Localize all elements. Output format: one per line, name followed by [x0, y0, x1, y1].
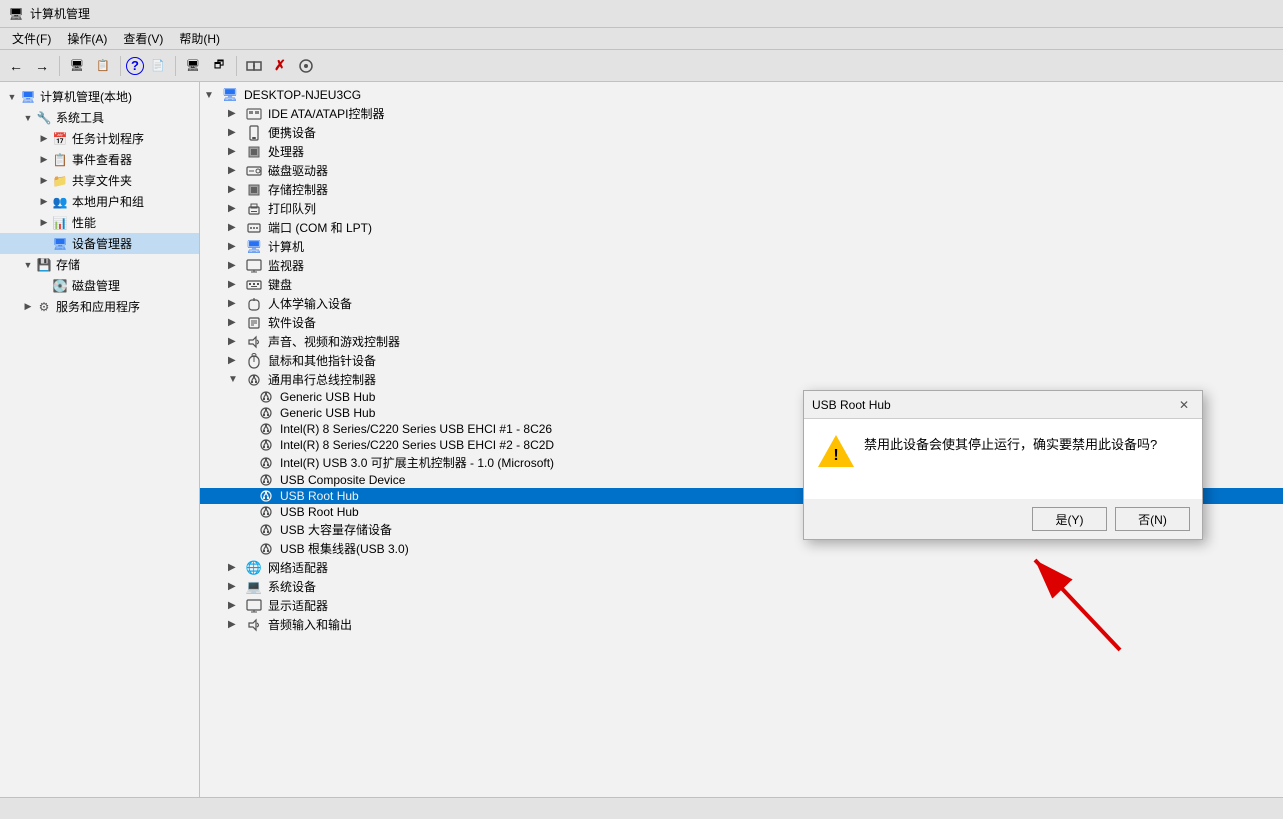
- dialog-body: ! 禁用此设备会使其停止运行，确实要禁用此设备吗?: [804, 419, 1202, 499]
- dialog-title: USB Root Hub: [812, 398, 891, 412]
- dialog-yes-button[interactable]: 是(Y): [1032, 507, 1107, 531]
- usb-root-hub-dialog: USB Root Hub ✕ ! 禁用此设备会使其停止运行，确实要禁用此设备吗?…: [803, 390, 1203, 540]
- warning-icon: !: [820, 435, 852, 467]
- dialog-titlebar: USB Root Hub ✕: [804, 391, 1202, 419]
- dialog-footer: 是(Y) 否(N): [804, 499, 1202, 539]
- dialog-message: 禁用此设备会使其停止运行，确实要禁用此设备吗?: [864, 435, 1186, 456]
- dialog-close-button[interactable]: ✕: [1174, 395, 1194, 415]
- dialog-no-button[interactable]: 否(N): [1115, 507, 1190, 531]
- dialog-overlay: USB Root Hub ✕ ! 禁用此设备会使其停止运行，确实要禁用此设备吗?…: [0, 0, 1283, 819]
